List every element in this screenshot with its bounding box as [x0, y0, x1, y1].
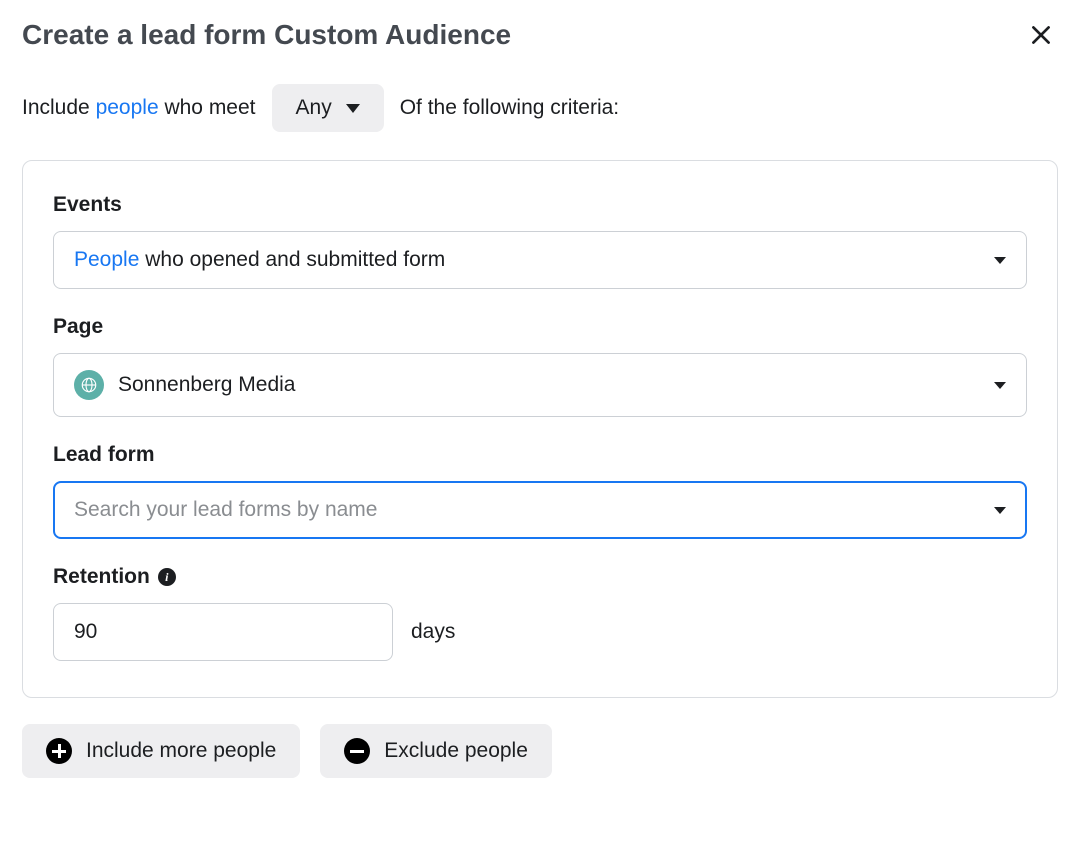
page-field-group: Page Sonnenberg Media: [53, 315, 1027, 417]
retention-field-group: Retention i days: [53, 565, 1027, 661]
close-button[interactable]: [1024, 18, 1058, 52]
lead-form-placeholder: Search your lead forms by name: [74, 498, 377, 522]
footer-actions: Include more people Exclude people: [22, 724, 1058, 778]
events-field-group: Events People who opened and submitted f…: [53, 193, 1027, 289]
retention-suffix: days: [411, 620, 455, 644]
page-label: Page: [53, 315, 1027, 339]
include-text: Include: [22, 96, 96, 119]
exclude-label: Exclude people: [384, 739, 528, 763]
minus-icon: [344, 738, 370, 764]
dialog-header: Create a lead form Custom Audience: [22, 18, 1058, 52]
retention-input[interactable]: [53, 603, 393, 661]
events-value: People who opened and submitted form: [74, 248, 445, 272]
info-icon[interactable]: i: [158, 568, 176, 586]
retention-label-row: Retention i: [53, 565, 1027, 589]
lead-form-label: Lead form: [53, 443, 1027, 467]
page-avatar-icon: [74, 370, 104, 400]
any-all-selector[interactable]: Any: [272, 84, 384, 132]
exclude-button[interactable]: Exclude people: [320, 724, 552, 778]
criteria-sentence: Include people who meet Any Of the follo…: [22, 84, 1058, 132]
chevron-down-icon: [994, 507, 1006, 514]
dialog-title: Create a lead form Custom Audience: [22, 19, 511, 51]
events-select[interactable]: People who opened and submitted form: [53, 231, 1027, 289]
chevron-down-icon: [346, 104, 360, 113]
retention-input-row: days: [53, 603, 1027, 661]
close-icon: [1028, 22, 1054, 48]
chevron-down-icon: [994, 257, 1006, 264]
retention-label: Retention: [53, 565, 150, 589]
page-value: Sonnenberg Media: [118, 373, 295, 397]
events-people-link: People: [74, 248, 139, 271]
who-meet-text: who meet: [159, 96, 256, 119]
any-all-label: Any: [296, 96, 332, 120]
criteria-text-right: Of the following criteria:: [400, 96, 619, 120]
include-more-button[interactable]: Include more people: [22, 724, 300, 778]
lead-form-field-group: Lead form Search your lead forms by name: [53, 443, 1027, 539]
events-label: Events: [53, 193, 1027, 217]
page-value-wrapper: Sonnenberg Media: [74, 370, 295, 400]
page-select[interactable]: Sonnenberg Media: [53, 353, 1027, 417]
criteria-text-left: Include people who meet: [22, 96, 256, 120]
include-more-label: Include more people: [86, 739, 276, 763]
people-link[interactable]: people: [96, 96, 159, 119]
events-rest-text: who opened and submitted form: [139, 248, 445, 271]
chevron-down-icon: [994, 382, 1006, 389]
criteria-panel: Events People who opened and submitted f…: [22, 160, 1058, 698]
lead-form-select[interactable]: Search your lead forms by name: [53, 481, 1027, 539]
plus-icon: [46, 738, 72, 764]
